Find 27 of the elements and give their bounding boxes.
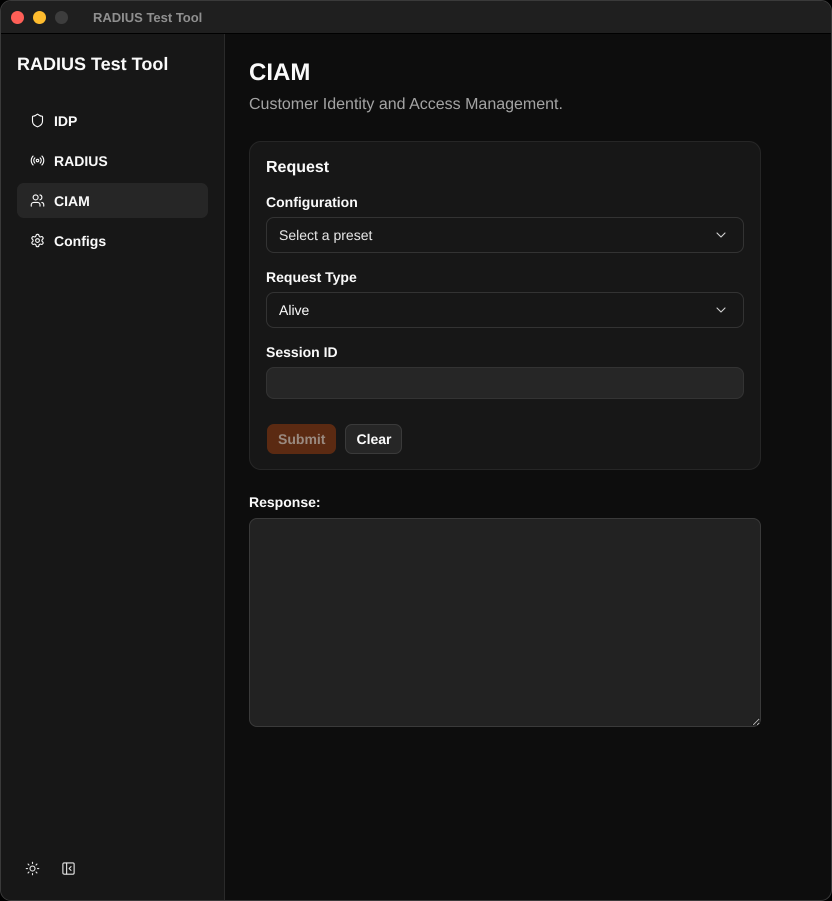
users-icon	[30, 193, 45, 208]
input-field[interactable]	[266, 367, 744, 399]
page-title: CIAM	[249, 58, 312, 88]
radio-signal-icon	[30, 153, 45, 168]
dropdown-select[interactable]: Select a preset	[266, 217, 744, 253]
shield-icon	[30, 113, 45, 128]
window-title: RADIUS Test Tool	[93, 10, 202, 24]
app-title: RADIUS Test Tool	[17, 53, 170, 75]
settings-icon	[30, 233, 45, 248]
field-label: Session ID	[266, 343, 339, 362]
page-subtitle: Customer Identity and Access Management.	[249, 95, 564, 115]
panel-collapse-icon	[60, 860, 76, 876]
minimize-icon[interactable]	[33, 10, 46, 24]
sidebar-item[interactable]: CIAM	[17, 183, 208, 218]
dropdown-select[interactable]: Alive	[266, 292, 744, 328]
sun-icon	[24, 860, 40, 876]
clear-button[interactable]: Clear	[345, 424, 402, 454]
sidebar-item[interactable]: RADIUS	[17, 143, 208, 178]
response-label: Response:	[249, 493, 322, 512]
sidebar-item[interactable]: IDP	[17, 103, 208, 138]
field-label: Configuration	[266, 193, 359, 212]
sidebar-item[interactable]: Configs	[17, 223, 208, 258]
close-icon[interactable]	[11, 10, 24, 24]
field-label: Request Type	[266, 268, 358, 287]
zoom-icon	[55, 10, 68, 24]
card-title: Request	[266, 158, 330, 178]
response-field[interactable]	[249, 518, 761, 727]
